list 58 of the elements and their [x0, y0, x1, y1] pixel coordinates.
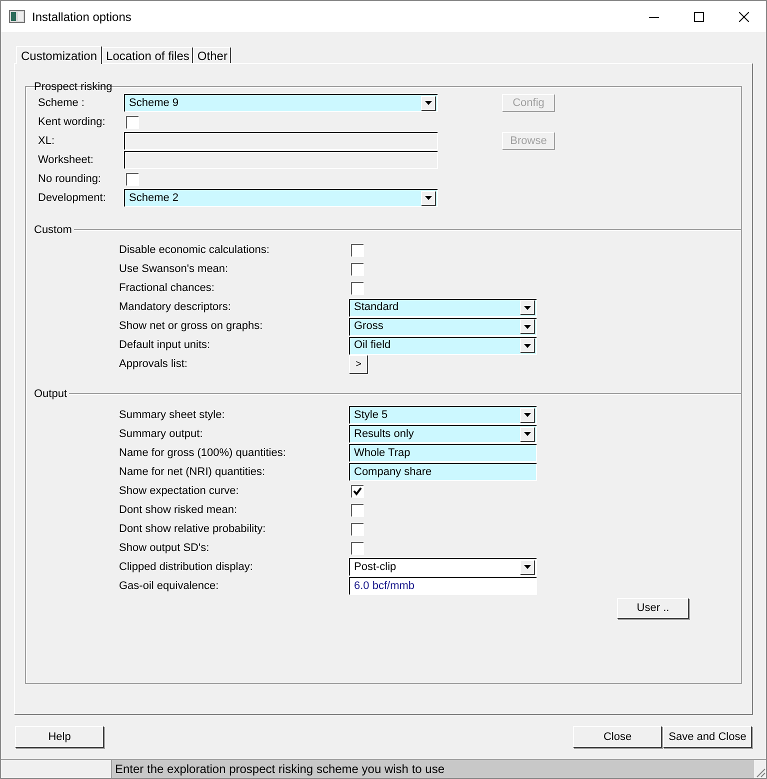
dropdown[interactable]: Scheme 2 — [124, 189, 438, 207]
push-button[interactable]: User .. — [617, 598, 689, 618]
dropdown[interactable]: Scheme 9 — [124, 94, 438, 112]
field-label: Dont show risked mean: — [119, 502, 238, 518]
tab[interactable]: Other — [193, 47, 232, 63]
field-label: Kent wording: — [38, 114, 106, 130]
text-field[interactable]: 6.0 bcf/mmb — [349, 577, 537, 595]
tab[interactable]: Location of files — [102, 47, 194, 63]
field-label: Scheme : — [38, 96, 86, 111]
checkbox[interactable] — [126, 116, 139, 128]
section-title: Custom — [34, 222, 72, 238]
dropdown[interactable]: Oil field — [349, 336, 537, 354]
field-label: Show net or gross on graphs: — [119, 319, 264, 334]
checkbox[interactable] — [351, 282, 364, 295]
field-label: No rounding: — [38, 172, 102, 187]
field-label: Show expectation curve: — [119, 484, 240, 499]
checkbox[interactable] — [351, 542, 364, 554]
field-label: Name for net (NRI) quantities: — [119, 464, 266, 480]
checkbox[interactable] — [351, 504, 364, 516]
dropdown[interactable]: Results only — [349, 425, 537, 443]
field-label: XL: — [38, 134, 56, 149]
field-label: Gas-oil equivalence: — [119, 578, 220, 594]
push-button[interactable]: Help — [15, 726, 104, 748]
field-label: Mandatory descriptors: — [119, 300, 232, 316]
app-icon — [9, 10, 25, 23]
checkbox[interactable] — [351, 263, 364, 276]
resize-grip-icon[interactable] — [754, 766, 766, 778]
tab[interactable]: Customization — [16, 46, 102, 64]
field-label: Disable economic calculations: — [119, 243, 270, 258]
field-label: Show output SD's: — [119, 540, 210, 556]
field-label: Summary sheet style: — [119, 408, 226, 423]
approvals-button[interactable]: > — [349, 355, 368, 374]
status-message: Enter the exploration prospect risking scheme you wish to use — [112, 760, 754, 778]
section-title: Output — [34, 387, 68, 402]
push-button[interactable]: Save and Close — [663, 726, 752, 748]
checkbox[interactable] — [351, 484, 364, 498]
text-field[interactable]: Company share — [349, 463, 537, 481]
field-label: Dont show relative probability: — [119, 522, 267, 537]
field-label: Approvals list: — [119, 357, 188, 372]
field-label: Use Swanson's mean: — [119, 262, 230, 278]
dropdown[interactable]: Gross — [349, 318, 537, 336]
dropdown[interactable]: Standard — [349, 298, 537, 316]
field-label: Development: — [38, 190, 107, 206]
text-field[interactable]: Whole Trap — [349, 444, 537, 462]
dropdown[interactable]: Style 5 — [349, 406, 537, 424]
window-title: Installation options — [32, 8, 132, 26]
field-label: Clipped distribution display: — [119, 560, 254, 575]
section-title: Prospect risking — [33, 80, 114, 95]
field-label: Summary output: — [119, 426, 204, 442]
field-label: Fractional chances: — [119, 281, 216, 296]
field-label: Default input units: — [119, 338, 212, 354]
field-label: Worksheet: — [38, 152, 94, 168]
push-button[interactable]: Close — [573, 726, 662, 748]
checkbox[interactable] — [351, 244, 364, 257]
checkbox[interactable] — [351, 522, 364, 536]
dropdown[interactable]: Post-clip — [349, 558, 537, 576]
field-label: Name for gross (100%) quantities: — [119, 446, 287, 461]
checkbox[interactable] — [126, 172, 139, 186]
